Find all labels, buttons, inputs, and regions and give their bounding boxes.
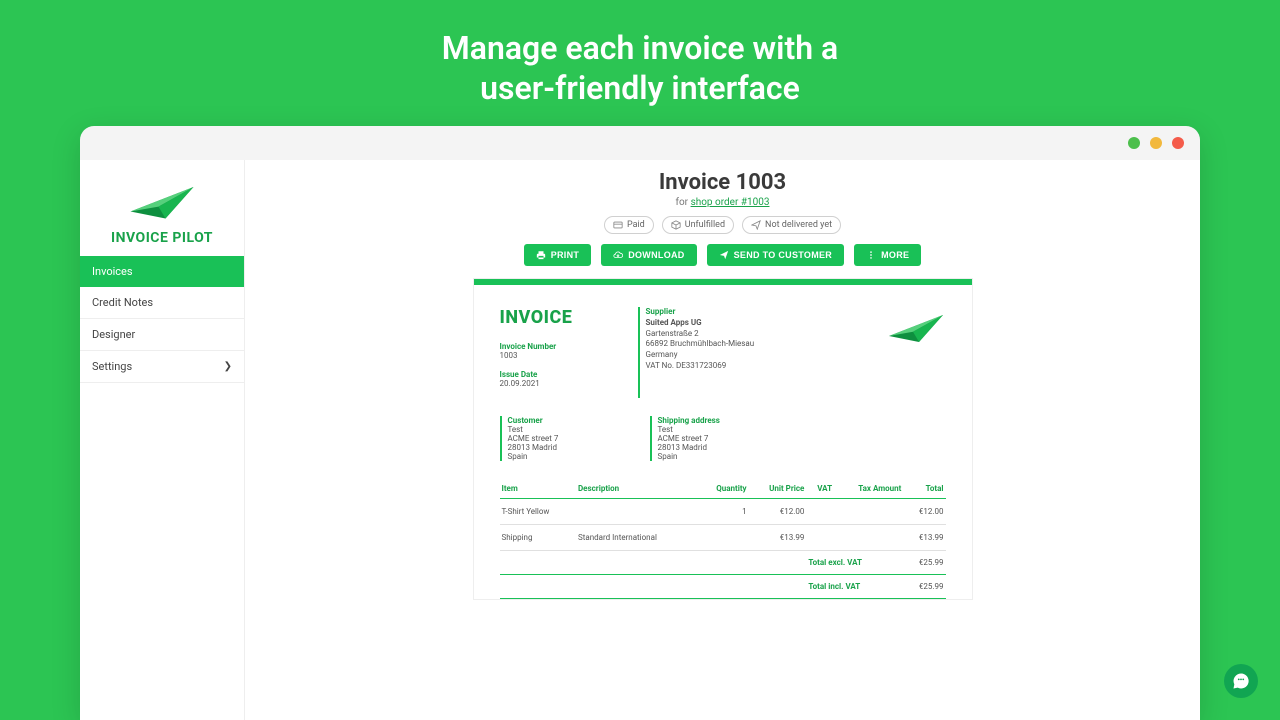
box-icon xyxy=(671,220,681,230)
send-icon xyxy=(751,220,761,230)
line-items-table: Item Description Quantity Unit Price VAT… xyxy=(500,479,946,599)
print-button[interactable]: PRINT xyxy=(524,244,592,266)
document-logo xyxy=(786,307,946,398)
col-quantity: Quantity xyxy=(698,479,749,499)
table-row: T-Shirt Yellow 1 €12.00 €12.00 xyxy=(500,499,946,525)
chat-button[interactable] xyxy=(1224,664,1258,698)
col-total: Total xyxy=(903,479,945,499)
page-subtitle: for shop order #1003 xyxy=(265,197,1180,208)
card-icon xyxy=(613,220,623,230)
hero-title: Manage each invoice with a user-friendly… xyxy=(0,0,1280,126)
col-item: Item xyxy=(500,479,576,499)
sidebar-item-invoices[interactable]: Invoices xyxy=(80,256,244,287)
sidebar-item-settings[interactable]: Settings ❯ xyxy=(80,351,244,383)
app-logo-text: INVOICE PILOT xyxy=(86,230,238,246)
total-row: Total incl. VAT €25.99 xyxy=(500,575,946,599)
page-title: Invoice 1003 xyxy=(265,170,1180,195)
window-dot-green[interactable] xyxy=(1128,137,1140,149)
col-unit-price: Unit Price xyxy=(749,479,807,499)
window-titlebar xyxy=(80,126,1200,160)
print-icon xyxy=(536,250,546,260)
status-badge-delivery: Not delivered yet xyxy=(742,216,841,234)
issue-date-label: Issue Date xyxy=(500,370,620,379)
sidebar-item-designer[interactable]: Designer xyxy=(80,319,244,351)
shop-order-link[interactable]: shop order #1003 xyxy=(691,197,770,208)
status-badges: Paid Unfulfilled Not delivered yet xyxy=(265,216,1180,234)
status-badge-paid: Paid xyxy=(604,216,654,234)
sidebar: INVOICE PILOT Invoices Credit Notes Desi… xyxy=(80,160,245,720)
total-row: Total excl. VAT €25.99 xyxy=(500,551,946,575)
col-vat: VAT xyxy=(806,479,834,499)
sidebar-item-label: Credit Notes xyxy=(92,296,153,309)
more-button[interactable]: MORE xyxy=(854,244,921,266)
invoice-number-value: 1003 xyxy=(500,351,620,360)
app-window: INVOICE PILOT Invoices Credit Notes Desi… xyxy=(80,126,1200,720)
paper-plane-icon xyxy=(127,178,197,224)
shipping-block: Shipping address Test ACME street 7 2801… xyxy=(650,416,780,461)
customer-block: Customer Test ACME street 7 28013 Madrid… xyxy=(500,416,630,461)
main-content: Invoice 1003 for shop order #1003 Paid U… xyxy=(245,160,1200,720)
sidebar-item-credit-notes[interactable]: Credit Notes xyxy=(80,287,244,319)
chat-icon xyxy=(1232,672,1250,690)
cloud-download-icon xyxy=(613,250,623,260)
issue-date-value: 20.09.2021 xyxy=(500,379,620,388)
paper-plane-icon xyxy=(886,307,946,347)
document-title: INVOICE xyxy=(500,307,620,328)
window-dot-red[interactable] xyxy=(1172,137,1184,149)
status-badge-unfulfilled: Unfulfilled xyxy=(662,216,734,234)
action-bar: PRINT DOWNLOAD SEND TO CUSTOMER MORE xyxy=(265,244,1180,266)
dots-icon xyxy=(866,250,876,260)
table-row: Shipping Standard International €13.99 €… xyxy=(500,525,946,551)
invoice-number-label: Invoice Number xyxy=(500,342,620,351)
send-to-customer-button[interactable]: SEND TO CUSTOMER xyxy=(707,244,844,266)
sidebar-item-label: Designer xyxy=(92,328,135,341)
sidebar-item-label: Invoices xyxy=(92,265,133,278)
col-description: Description xyxy=(576,479,698,499)
window-dot-yellow[interactable] xyxy=(1150,137,1162,149)
supplier-block: Supplier Suited Apps UG Gartenstraße 2 6… xyxy=(638,307,768,398)
sidebar-item-label: Settings xyxy=(92,360,132,373)
invoice-document: INVOICE Invoice Number 1003 Issue Date 2… xyxy=(473,278,973,600)
app-logo: INVOICE PILOT xyxy=(80,170,244,256)
download-button[interactable]: DOWNLOAD xyxy=(601,244,696,266)
chevron-right-icon: ❯ xyxy=(224,361,232,372)
col-tax-amount: Tax Amount xyxy=(834,479,903,499)
send-icon xyxy=(719,250,729,260)
